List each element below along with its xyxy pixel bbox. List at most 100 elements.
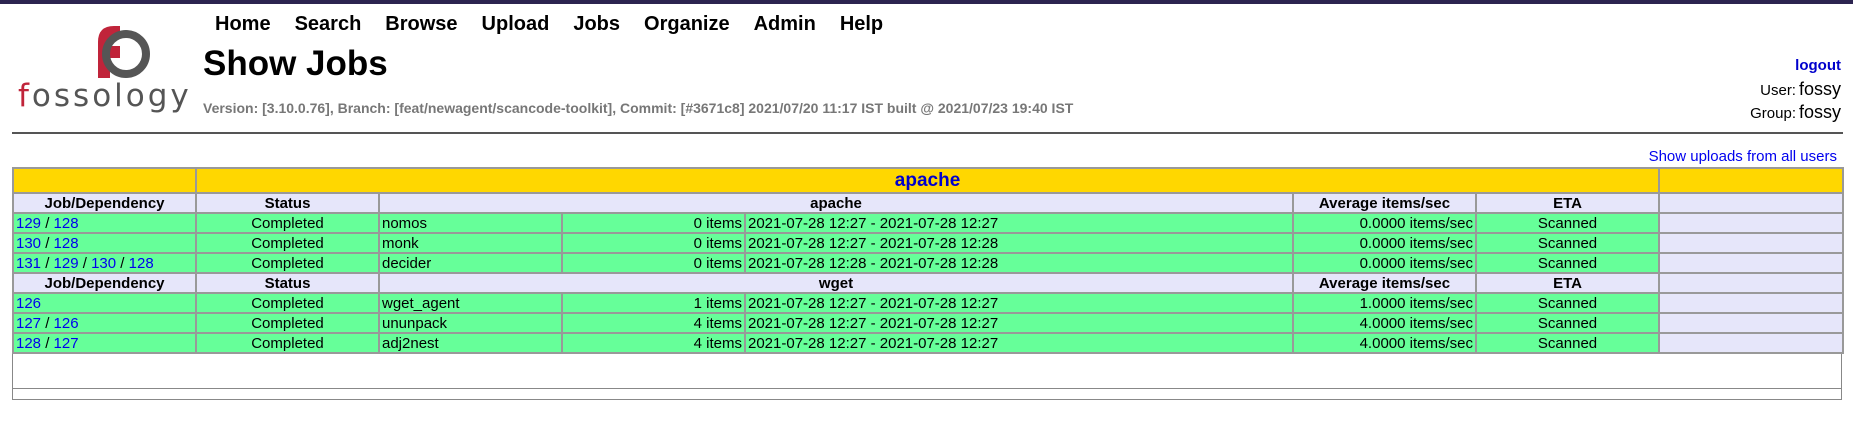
eta-cell: Scanned [1474,232,1661,254]
time-range-cell: 2021-07-28 12:27 - 2021-07-28 12:27 [744,312,1294,334]
col-average: Average items/sec [1292,192,1477,214]
job-link[interactable]: 130 [91,255,116,271]
jobs-panel: apache Job/Dependency Status apache Average… [12,167,1845,400]
nav-search[interactable]: Search [283,12,374,36]
job-dependency-cell: 126 [12,292,197,314]
col-status: Status [195,192,380,214]
eta-cell: Scanned [1474,312,1661,334]
nav-upload[interactable]: Upload [470,12,562,36]
status-cell: Completed [195,212,380,234]
nav-browse[interactable]: Browse [373,12,469,36]
table-row: 131 / 129 / 130 / 128 Completed decider 0 i… [12,252,1845,274]
col-status: Status [195,272,380,294]
action-cell [1658,232,1845,254]
action-cell [1658,332,1845,354]
eta-cell: Scanned [1474,212,1661,234]
items-cell: 4 items [561,332,746,354]
job-link[interactable]: 126 [16,295,41,311]
time-range-cell: 2021-07-28 12:27 - 2021-07-28 12:27 [744,332,1294,354]
time-range-cell: 2021-07-28 12:27 - 2021-07-28 12:27 [744,292,1294,314]
job-dependency-cell: 128 / 127 [12,332,197,354]
col-eta: ETA [1474,192,1661,214]
eta-cell: Scanned [1474,252,1661,274]
upload-title-link[interactable]: apache [895,170,960,191]
status-cell: Completed [195,332,380,354]
upload-title[interactable]: apache [194,167,1661,194]
table-row: 129 / 128 Completed nomos 0 items 2021-07-28… [12,212,1845,234]
nav-jobs[interactable]: Jobs [561,12,632,36]
status-cell: Completed [195,292,380,314]
agent-cell: ununpack [378,312,563,334]
main-menu: Home Search Browse Upload Jobs Organize … [215,12,895,36]
job-link[interactable]: 128 [54,215,79,231]
time-range-cell: 2021-07-28 12:28 - 2021-07-28 12:28 [744,252,1294,274]
logout-link[interactable]: logout [1795,57,1841,74]
job-link[interactable]: 127 [54,335,79,351]
average-cell: 0.0000 items/sec [1292,232,1477,254]
nav-organize[interactable]: Organize [632,12,742,36]
job-link[interactable]: 126 [54,315,79,331]
job-link[interactable]: 128 [129,255,154,271]
group-name: fossy [1798,102,1841,122]
nav-home[interactable]: Home [215,12,283,36]
agent-cell: decider [378,252,563,274]
job-link[interactable]: 131 [16,255,41,271]
page-title: Show Jobs [203,44,388,83]
average-cell: 4.0000 items/sec [1292,312,1477,334]
fossology-logo[interactable]: fossology [16,18,192,118]
nav-admin[interactable]: Admin [742,12,828,36]
average-cell: 0.0000 items/sec [1292,212,1477,234]
average-cell: 1.0000 items/sec [1292,292,1477,314]
col-eta: ETA [1474,272,1661,294]
jobs-table-body: apache Job/Dependency Status apache Average… [12,167,1845,354]
col-job-dependency: Job/Dependency [12,272,197,294]
group-info: Group: fossy [1750,102,1841,123]
action-cell [1658,292,1845,314]
status-cell: Completed [195,312,380,334]
items-cell: 4 items [561,312,746,334]
header-divider [12,132,1843,134]
job-link[interactable]: 128 [16,335,41,351]
status-cell: Completed [195,232,380,254]
job-link[interactable]: 129 [16,215,41,231]
table-row: 126 Completed wget_agent 1 items 2021-07-28 … [12,292,1845,314]
show-all-uploads-link[interactable]: Show uploads from all users [1649,148,1837,165]
agent-cell: monk [378,232,563,254]
agent-cell: nomos [378,212,563,234]
items-cell: 0 items [561,252,746,274]
table-row: 128 / 127 Completed adj2nest 4 items 2021-07… [12,332,1845,354]
job-dependency-cell: 129 / 128 [12,212,197,234]
group-label: Group: [1750,105,1796,122]
logo-wordmark: fossology [18,78,192,114]
upload-header-spacer-right [1658,167,1845,194]
col-job-name: wget [378,272,1294,294]
nav-help[interactable]: Help [828,12,895,36]
job-link[interactable]: 129 [54,255,79,271]
col-job-dependency: Job/Dependency [12,192,197,214]
agent-cell: wget_agent [378,292,563,314]
time-range-cell: 2021-07-28 12:27 - 2021-07-28 12:27 [744,212,1294,234]
job-link[interactable]: 127 [16,315,41,331]
version-info: Version: [3.10.0.76], Branch: [feat/newa… [203,100,1074,116]
average-cell: 0.0000 items/sec [1292,252,1477,274]
job-link[interactable]: 130 [16,235,41,251]
user-info: User: fossy [1760,79,1841,100]
upload-header-spacer [12,167,197,194]
table-footer [13,388,1841,389]
eta-cell: Scanned [1474,292,1661,314]
items-cell: 1 items [561,292,746,314]
action-cell [1658,312,1845,334]
job-dependency-cell: 131 / 129 / 130 / 128 [12,252,197,274]
column-header-row: Job/Dependency Status wget Average items/se… [12,272,1845,294]
col-job-name: apache [378,192,1294,214]
logo-mark-icon [98,26,150,78]
user-name: fossy [1798,79,1841,99]
col-blank [1658,192,1845,214]
table-row: 130 / 128 Completed monk 0 items 2021-07-28 … [12,232,1845,254]
user-label: User: [1760,82,1796,99]
table-row: 127 / 126 Completed ununpack 4 items 2021-07… [12,312,1845,334]
action-cell [1658,252,1845,274]
col-average: Average items/sec [1292,272,1477,294]
job-link[interactable]: 128 [54,235,79,251]
jobs-table: apache Job/Dependency Status apache Average… [12,167,1845,354]
